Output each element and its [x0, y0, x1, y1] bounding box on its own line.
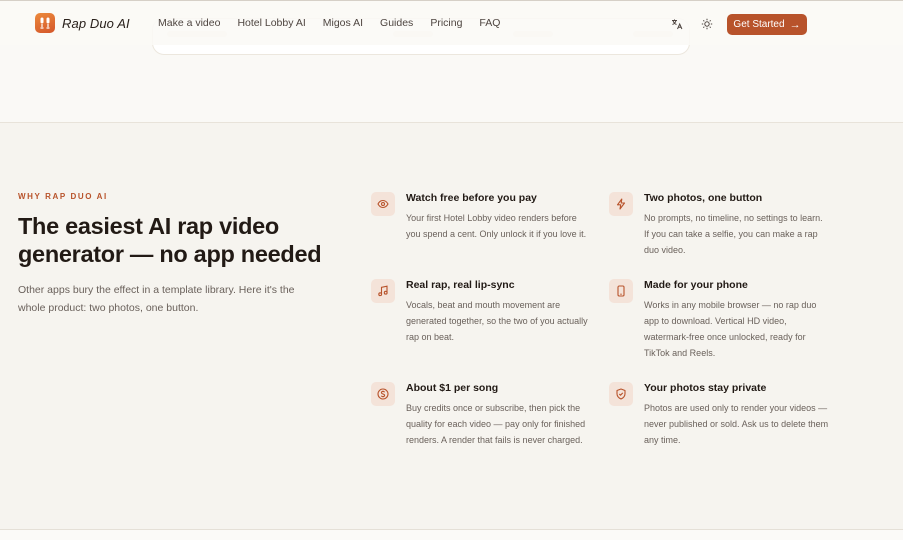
feature-title: Watch free before you pay [406, 192, 537, 204]
translate-icon[interactable] [671, 17, 683, 30]
nav-hotel-lobby-ai[interactable]: Hotel Lobby AI [237, 17, 305, 29]
music-note-icon [371, 279, 395, 303]
sun-icon[interactable] [701, 17, 713, 30]
phone-icon [609, 279, 633, 303]
feature-title: Made for your phone [644, 279, 748, 291]
section-headline: The easiest AI rap video generator — no … [18, 213, 322, 267]
feature-title: Your photos stay private [644, 382, 767, 394]
feature-description: Vocals, beat and mouth movement are gene… [406, 300, 588, 342]
brand-name: Rap Duo AI [62, 15, 130, 31]
nav-pricing[interactable]: Pricing [430, 17, 462, 29]
eye-icon [371, 192, 395, 216]
nav-make-a-video[interactable]: Make a video [158, 17, 220, 29]
feature-title: Real rap, real lip-sync [406, 279, 515, 291]
section-eyebrow: WHY RAP DUO AI [18, 192, 108, 201]
nav-faq[interactable]: FAQ [479, 17, 500, 29]
feature-title: Two photos, one button [644, 192, 763, 204]
feature-description: Buy credits once or subscribe, then pick… [406, 403, 586, 445]
navbar: Rap Duo AI Make a video Hotel Lobby AI M… [0, 1, 903, 45]
feature-description: Photos are used only to render your vide… [644, 403, 829, 445]
dollar-icon [371, 382, 395, 406]
get-started-button[interactable]: Get Started → [727, 14, 807, 35]
shield-check-icon [609, 382, 633, 406]
lightning-icon [609, 192, 633, 216]
main-nav: Make a video Hotel Lobby AI Migos AI Gui… [158, 17, 517, 29]
feature-description: No prompts, no timeline, no settings to … [644, 213, 823, 255]
feature-description: Works in any mobile browser — no rap duo… [644, 300, 817, 358]
microphones-logo-icon [35, 13, 55, 33]
nav-guides[interactable]: Guides [380, 17, 413, 29]
next-section [0, 530, 903, 540]
arrow-right-icon: → [789, 18, 801, 31]
feature-title: About $1 per song [406, 382, 499, 394]
feature-description: Your first Hotel Lobby video renders bef… [406, 213, 587, 239]
brand-logo[interactable]: Rap Duo AI [35, 13, 130, 33]
get-started-label: Get Started [733, 19, 785, 30]
section-subtext: Other apps bury the effect in a template… [18, 284, 295, 314]
nav-migos-ai[interactable]: Migos AI [323, 17, 363, 29]
